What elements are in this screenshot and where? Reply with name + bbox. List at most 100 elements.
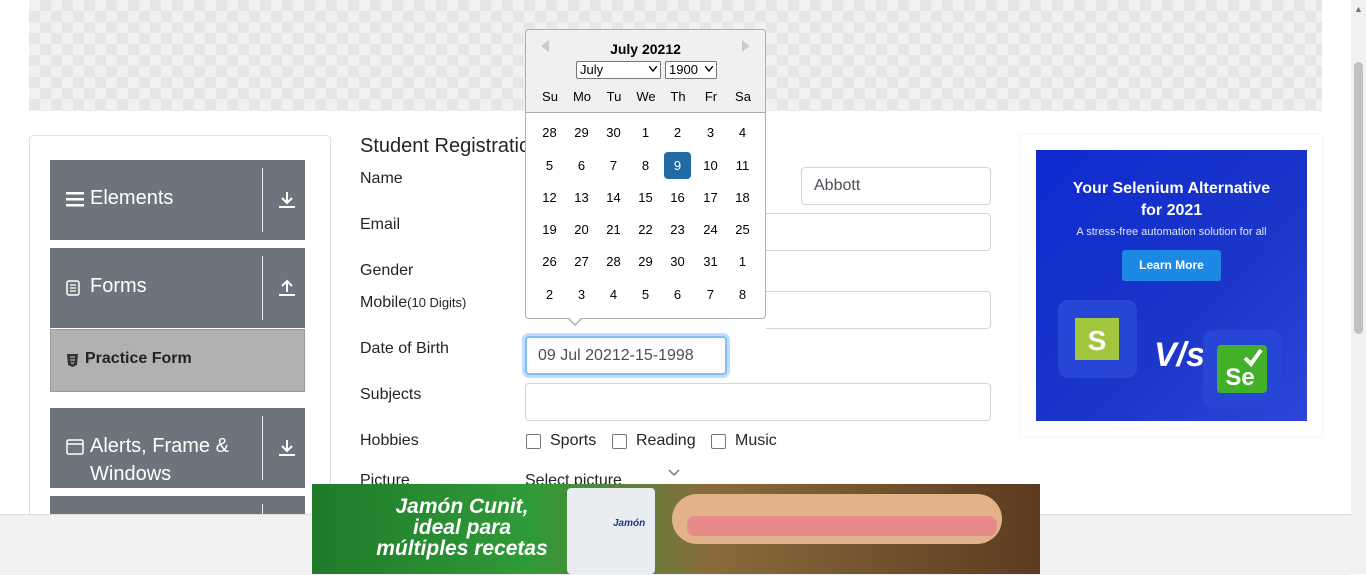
versus-text: V/s (1154, 336, 1206, 374)
calendar-day[interactable]: 20 (568, 216, 595, 243)
calendar-day[interactable]: 5 (536, 152, 563, 179)
calendar-day[interactable]: 26 (536, 248, 563, 275)
sidebar-group-alerts[interactable]: Alerts, Frame & Windows (50, 408, 305, 488)
checkbox-box[interactable] (526, 434, 541, 449)
download-icon[interactable] (276, 189, 298, 211)
email-label: Email (360, 216, 401, 233)
bottom-ad-line1: Jamón Cunit, (395, 495, 529, 518)
calendar-day[interactable]: 8 (729, 281, 756, 308)
calendar-day[interactable]: 30 (600, 119, 627, 146)
weekday-name: Th (670, 89, 686, 104)
subjects-input[interactable] (525, 383, 991, 421)
ad-headline-line1: Your Selenium Alternative (1072, 180, 1271, 197)
calendar-day[interactable]: 29 (568, 119, 595, 146)
datepicker-popup: July 20212 July 1900 Su Mo Tu We Th Fr Sa 28 29… (525, 29, 766, 319)
form-heading: Student Registratic (360, 135, 529, 157)
year-select[interactable]: 1900 (665, 61, 717, 79)
calendar-day[interactable]: 10 (697, 152, 724, 179)
calendar-day[interactable]: 22 (632, 216, 659, 243)
month-select[interactable]: July (576, 61, 661, 79)
calendar-day[interactable]: 11 (729, 152, 756, 179)
calendar-day[interactable]: 18 (729, 184, 756, 211)
weekday-name: Su (542, 89, 558, 104)
side-ad[interactable]: Your Selenium Alternative for 2021 A str… (1036, 150, 1307, 421)
month-select-value: July (580, 62, 604, 77)
dob-input[interactable]: 09 Jul 20212-15-1998 (525, 336, 727, 375)
calendar-day[interactable]: 21 (600, 216, 627, 243)
calendar-day[interactable]: 25 (729, 216, 756, 243)
calendar-day[interactable]: 24 (697, 216, 724, 243)
calendar-day[interactable]: 8 (632, 152, 659, 179)
calendar-day[interactable]: 5 (632, 281, 659, 308)
window-icon (66, 439, 84, 455)
subjects-label: Subjects (360, 386, 422, 403)
calendar-day[interactable]: 3 (568, 281, 595, 308)
hobby-reading-checkbox[interactable]: Reading (612, 431, 702, 451)
calendar-day[interactable]: 27 (568, 248, 595, 275)
calendar-day[interactable]: 23 (664, 216, 691, 243)
calendar-day[interactable]: 14 (600, 184, 627, 211)
calendar-day[interactable]: 2 (536, 281, 563, 308)
calendar-day[interactable]: 1 (729, 248, 756, 275)
calendar-day[interactable]: 17 (697, 184, 724, 211)
calendar-day[interactable]: 19 (536, 216, 563, 243)
calendar-day[interactable]: 4 (729, 119, 756, 146)
calendar-day[interactable]: 29 (632, 248, 659, 275)
calendar-day[interactable]: 30 (664, 248, 691, 275)
sidebar-group-label: Elements (90, 187, 174, 209)
calendar-day[interactable]: 31 (697, 248, 724, 275)
katalon-logo-icon: S (1058, 300, 1137, 378)
mobile-input[interactable] (766, 291, 991, 329)
ham-image (687, 516, 997, 536)
calendar-day[interactable]: 12 (536, 184, 563, 211)
calendar-day[interactable]: 6 (664, 281, 691, 308)
chevron-down-icon (668, 469, 680, 476)
ham-package-image: Jamón (567, 488, 655, 574)
gender-label: Gender (360, 262, 414, 279)
calendar-day[interactable]: 15 (632, 184, 659, 211)
mobile-label: Mobile(10 Digits) (360, 294, 466, 312)
learn-more-button[interactable]: Learn More (1122, 250, 1221, 281)
download-icon[interactable] (276, 437, 298, 459)
datepicker-pointer-fill (568, 317, 582, 324)
page-scrollbar[interactable]: ▲ (1351, 0, 1366, 574)
calendar-day[interactable]: 7 (697, 281, 724, 308)
hobby-sports-checkbox[interactable]: Sports (526, 431, 606, 451)
sidebar-group-elements[interactable]: Elements (50, 160, 305, 240)
bottom-ad-banner[interactable]: Jamón Cunit, ideal para múltiples receta… (312, 484, 1040, 574)
last-name-input[interactable]: Abbott (801, 167, 991, 205)
sidebar-item-label: Practice Form (85, 350, 192, 367)
dob-label: Date of Birth (360, 340, 449, 357)
checkbox-box[interactable] (612, 434, 627, 449)
calendar-day[interactable]: 1 (632, 119, 659, 146)
calendar-day[interactable]: 28 (600, 248, 627, 275)
datepicker-header: July 20212 July 1900 Su Mo Tu We Th Fr Sa (526, 30, 765, 113)
calendar-day[interactable]: 7 (600, 152, 627, 179)
bottom-ad-line2: ideal para (412, 516, 512, 539)
calendar-day[interactable]: 9 (664, 152, 691, 179)
next-month-icon[interactable] (742, 40, 750, 52)
weekday-name: We (636, 89, 656, 104)
ad-headline-line2: for 2021 (1140, 202, 1203, 219)
calendar-day[interactable]: 6 (568, 152, 595, 179)
checkbox-box[interactable] (711, 434, 726, 449)
calendar-day[interactable]: 13 (568, 184, 595, 211)
calendar-day[interactable]: 4 (600, 281, 627, 308)
calendar-day[interactable]: 28 (536, 119, 563, 146)
year-select-value: 1900 (669, 62, 698, 77)
select-arrow-icon (705, 66, 713, 72)
hobbies-label: Hobbies (360, 432, 419, 449)
email-input[interactable] (766, 213, 991, 251)
weekday-name: Mo (572, 89, 592, 104)
sidebar-item-practice-form[interactable]: Practice Form (50, 329, 305, 392)
ad-subtitle: A stress-free automation solution for al… (1076, 226, 1267, 238)
calendar-day[interactable]: 16 (664, 184, 691, 211)
calendar-day[interactable]: 2 (664, 119, 691, 146)
weekday-name: Fr (704, 89, 718, 104)
upload-icon[interactable] (276, 277, 298, 299)
hobby-music-checkbox[interactable]: Music (711, 431, 781, 451)
sidebar-group-forms[interactable]: Forms (50, 248, 305, 328)
calendar-day[interactable]: 3 (697, 119, 724, 146)
scroll-up-icon[interactable]: ▲ (1354, 4, 1363, 14)
scrollbar-thumb[interactable] (1354, 62, 1363, 334)
